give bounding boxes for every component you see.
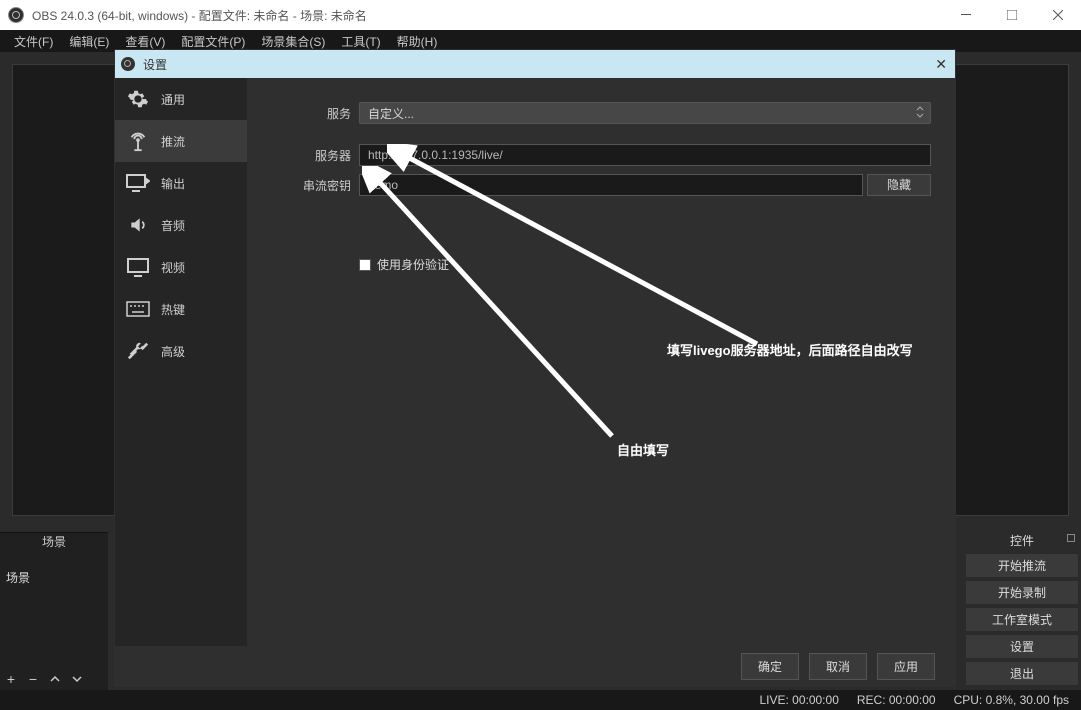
obs-dialog-icon — [121, 57, 135, 71]
scene-add-button[interactable]: + — [0, 668, 22, 690]
menu-edit[interactable]: 编辑(E) — [61, 31, 117, 52]
sidebar-item-audio[interactable]: 音频 — [115, 204, 247, 246]
settings-button[interactable]: 设置 — [965, 634, 1079, 659]
minimize-button[interactable] — [943, 0, 989, 30]
start-recording-button[interactable]: 开始录制 — [965, 580, 1079, 605]
apply-button[interactable]: 应用 — [877, 653, 935, 680]
sidebar-item-video[interactable]: 视频 — [115, 246, 247, 288]
settings-content: 服务 自定义... 服务器 http://127.0.0.1:1935/live… — [247, 78, 955, 646]
studio-mode-button[interactable]: 工作室模式 — [965, 607, 1079, 632]
server-label: 服务器 — [271, 147, 351, 164]
status-live: LIVE: 00:00:00 — [759, 693, 838, 707]
popout-icon[interactable] — [1067, 534, 1075, 542]
scene-down-button[interactable] — [66, 668, 88, 690]
annotation-arrow-key — [362, 166, 622, 446]
status-rec: REC: 00:00:00 — [857, 693, 936, 707]
maximize-button[interactable] — [989, 0, 1035, 30]
output-icon — [125, 172, 151, 194]
cancel-button[interactable]: 取消 — [809, 653, 867, 680]
dialog-title: 设置 — [143, 56, 167, 73]
scenes-panel: 场景 场景 + − — [0, 532, 108, 690]
stream-key-label: 串流密钥 — [271, 177, 351, 194]
sidebar-item-advanced[interactable]: 高级 — [115, 330, 247, 372]
keyboard-icon — [125, 298, 151, 320]
obs-app-icon — [8, 7, 24, 23]
ok-button[interactable]: 确定 — [741, 653, 799, 680]
scenes-header: 场景 — [0, 533, 108, 551]
use-auth-label: 使用身份验证 — [377, 256, 449, 273]
menu-help[interactable]: 帮助(H) — [389, 31, 446, 52]
hide-key-button[interactable]: 隐藏 — [867, 174, 931, 196]
annotation-key: 自由填写 — [617, 440, 669, 459]
menu-file[interactable]: 文件(F) — [6, 31, 61, 52]
close-button[interactable] — [1035, 0, 1081, 30]
server-input[interactable]: http://127.0.0.1:1935/live/ — [359, 144, 931, 166]
service-select[interactable]: 自定义... — [359, 102, 931, 124]
main-titlebar: OBS 24.0.3 (64-bit, windows) - 配置文件: 未命名… — [0, 0, 1081, 30]
menu-tools[interactable]: 工具(T) — [333, 31, 388, 52]
scene-up-button[interactable] — [44, 668, 66, 690]
controls-header: 控件 — [965, 530, 1079, 551]
audio-icon — [125, 214, 151, 236]
scene-remove-button[interactable]: − — [22, 668, 44, 690]
sidebar-item-general[interactable]: 通用 — [115, 78, 247, 120]
antenna-icon — [125, 130, 151, 152]
window-title: OBS 24.0.3 (64-bit, windows) - 配置文件: 未命名… — [32, 7, 367, 24]
dialog-titlebar[interactable]: 设置 ✕ — [115, 50, 955, 78]
menubar: 文件(F) 编辑(E) 查看(V) 配置文件(P) 场景集合(S) 工具(T) … — [0, 30, 1081, 52]
settings-sidebar: 通用 推流 输出 音频 视频 热键 — [115, 78, 247, 646]
controls-panel: 控件 开始推流 开始录制 工作室模式 设置 退出 — [963, 528, 1081, 690]
dialog-footer: 确定 取消 应用 — [115, 646, 955, 686]
menu-scene-collection[interactable]: 场景集合(S) — [253, 31, 333, 52]
stream-key-input[interactable]: demo — [359, 174, 863, 196]
annotation-server: 填写livego服务器地址，后面路径自由改写 — [667, 340, 913, 359]
menu-view[interactable]: 查看(V) — [117, 31, 173, 52]
gear-icon — [125, 88, 151, 110]
video-icon — [125, 256, 151, 278]
start-streaming-button[interactable]: 开始推流 — [965, 553, 1079, 578]
settings-dialog: 设置 ✕ 通用 推流 输出 音频 视频 — [115, 50, 955, 686]
sidebar-item-hotkeys[interactable]: 热键 — [115, 288, 247, 330]
status-bar: LIVE: 00:00:00 REC: 00:00:00 CPU: 0.8%, … — [0, 690, 1081, 710]
menu-profile[interactable]: 配置文件(P) — [173, 31, 253, 52]
status-cpu: CPU: 0.8%, 30.00 fps — [954, 693, 1069, 707]
use-auth-checkbox[interactable] — [359, 259, 371, 271]
scene-item[interactable]: 场景 — [6, 569, 102, 586]
dialog-close-button[interactable]: ✕ — [935, 56, 947, 73]
tools-icon — [125, 340, 151, 362]
service-label: 服务 — [271, 105, 351, 122]
exit-button[interactable]: 退出 — [965, 661, 1079, 686]
sidebar-item-stream[interactable]: 推流 — [115, 120, 247, 162]
chevron-updown-icon — [916, 106, 924, 121]
sidebar-item-output[interactable]: 输出 — [115, 162, 247, 204]
